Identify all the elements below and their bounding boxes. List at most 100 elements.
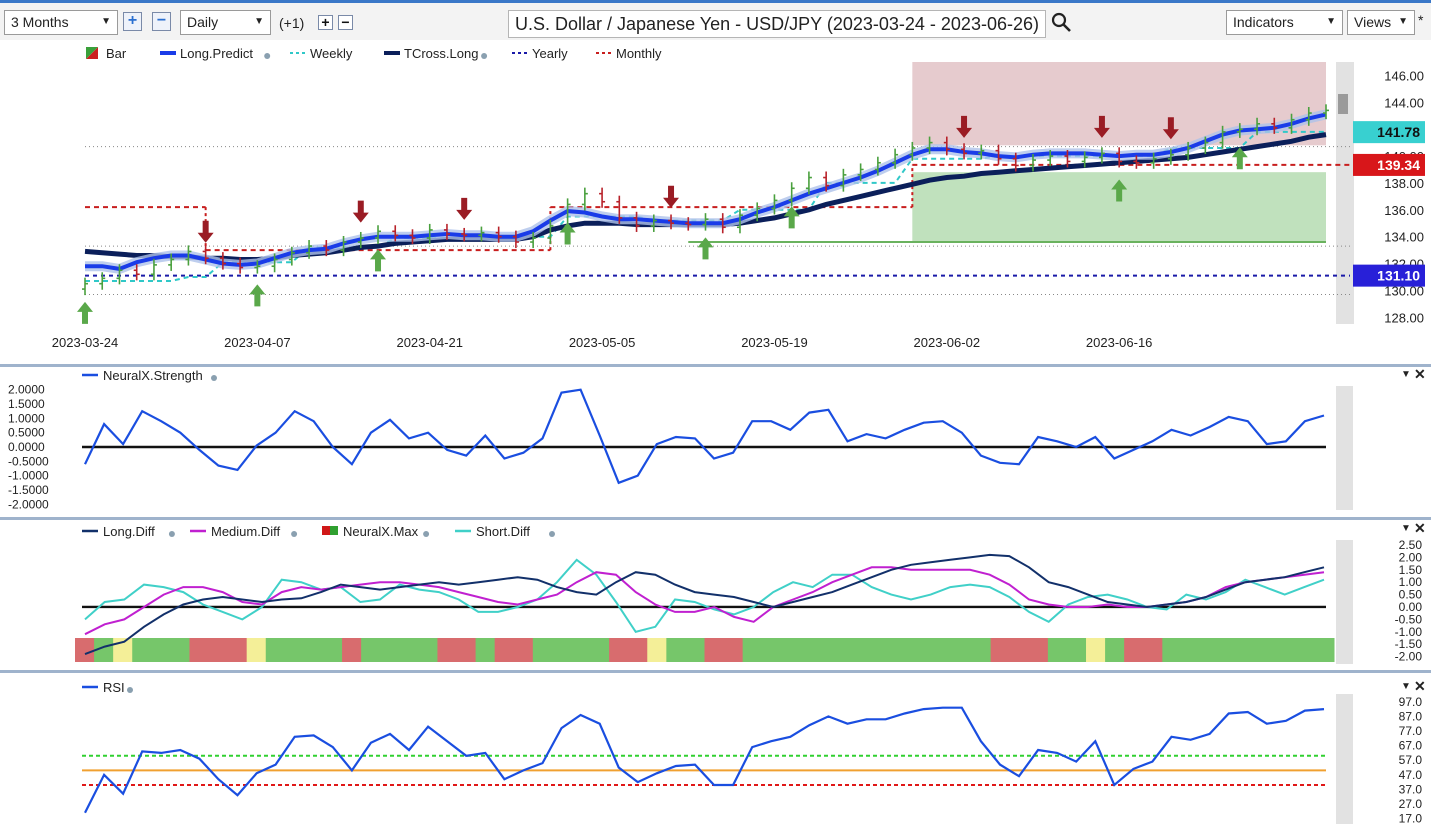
date-tick-label: 2023-05-05 <box>569 335 636 350</box>
diff-tick-label: -2.00 <box>1395 650 1423 664</box>
neuralx-max-block <box>1238 638 1259 662</box>
neuralx-max-block <box>1276 638 1297 662</box>
legend-dot <box>549 531 555 537</box>
legend-label: Long.Predict <box>180 46 253 61</box>
price-level-label: 131.10 <box>1377 268 1420 284</box>
rsi-tick-label: 17.0 <box>1399 812 1423 824</box>
neuralx-max-block <box>456 638 477 662</box>
neuralx-max-block <box>1200 638 1221 662</box>
legend-label: TCross.Long <box>404 46 478 61</box>
neuralx-max-block <box>914 638 934 662</box>
neuralx-max-block <box>704 638 725 662</box>
diff-legend-label: Short.Diff <box>476 524 530 539</box>
neuralx-max-block <box>227 638 248 662</box>
price-scroll-thumb <box>1338 94 1348 114</box>
neuralx-max-block <box>628 638 648 662</box>
neuralx-max-block <box>189 638 210 662</box>
date-tick-label: 2023-06-02 <box>914 335 981 350</box>
neuralx-max-block <box>1028 638 1049 662</box>
collapse-icon: ▼ <box>1401 523 1411 534</box>
indicators-select[interactable]: Indicators ▼ <box>1226 10 1343 35</box>
interval-value: Daily <box>187 14 219 30</box>
chart-background <box>0 40 1431 824</box>
strength-tick-label: -1.5000 <box>8 483 49 497</box>
neuralx-max-block <box>151 638 171 662</box>
neuralx-max-block <box>1143 638 1163 662</box>
search-button[interactable] <box>1050 11 1072 36</box>
neuralx-max-block <box>437 638 458 662</box>
neuralx-max-block <box>990 638 1011 662</box>
chevron-down-icon: ▼ <box>254 16 264 27</box>
period-select[interactable]: 3 Months ▼ <box>4 10 118 35</box>
date-tick-label: 2023-06-16 <box>1086 335 1153 350</box>
neuralx-max-block <box>342 638 362 662</box>
collapse-icon: ▼ <box>1401 681 1411 692</box>
neuralx-max-block <box>75 638 95 662</box>
neuralx-max-block <box>418 638 438 662</box>
legend-dot <box>168 531 175 537</box>
neuralx-max-block <box>685 638 705 662</box>
neuralx-max-block <box>933 638 953 662</box>
price-tick-label: 128.00 <box>1384 310 1424 325</box>
neuralx-max-block <box>1314 638 1335 662</box>
neuralx-max-block <box>170 638 190 662</box>
neuralx-max-block <box>380 638 400 662</box>
close-icon: ✕ <box>1414 678 1426 694</box>
rsi-tick-label: 87.0 <box>1399 709 1423 723</box>
neuralx-max-block <box>1181 638 1201 662</box>
legend-label: Yearly <box>532 46 568 61</box>
collapse-icon: ▼ <box>1401 369 1411 380</box>
strength-tick-label: -1.0000 <box>8 469 49 483</box>
strength-tick-label: 1.0000 <box>8 411 45 425</box>
neuralx-max-block <box>1066 638 1087 662</box>
price-level-label: 139.34 <box>1377 157 1420 173</box>
neuralx-max-block <box>818 638 839 662</box>
price-tick-label: 134.00 <box>1384 230 1424 245</box>
neuralx-max-block <box>952 638 973 662</box>
rsi-tick-label: 77.0 <box>1399 724 1423 738</box>
neuralx-max-block <box>532 638 553 662</box>
neuralx-max-block <box>723 638 744 662</box>
date-tick-label: 2023-05-19 <box>741 335 808 350</box>
rsi-tick-label: 47.0 <box>1399 768 1423 782</box>
zoom-out-button[interactable]: − <box>152 12 171 31</box>
price-level-label: 141.78 <box>1377 124 1420 140</box>
neuralx-max-block <box>1257 638 1278 662</box>
neuralx-max-block <box>1124 638 1144 662</box>
strength-tick-label: 2.0000 <box>8 383 45 397</box>
neuralx-max-block <box>1009 638 1030 662</box>
legend-label: Monthly <box>616 46 662 61</box>
neuralx-max-block <box>1047 638 1068 662</box>
neuralx-max-block <box>799 638 820 662</box>
legend-swatch <box>330 526 338 535</box>
chart-title: U.S. Dollar / Japanese Yen - USD/JPY (20… <box>508 10 1046 38</box>
legend-swatch <box>322 526 330 535</box>
diff-legend-label: NeuralX.Max <box>343 524 419 539</box>
panel-divider <box>0 670 1431 673</box>
strength-tick-label: -2.0000 <box>8 497 49 511</box>
neuralx-max-block <box>1219 638 1240 662</box>
date-tick-label: 2023-04-07 <box>224 335 291 350</box>
toolbar: 3 Months ▼ + − Daily ▼ (+1) + − U.S. Dol… <box>0 0 1431 40</box>
neuralx-max-block <box>876 638 896 662</box>
neuralx-max-block <box>761 638 782 662</box>
zoom-in-button[interactable]: + <box>123 12 142 31</box>
asterisk-icon[interactable]: * <box>1418 12 1423 28</box>
offset-increase-button[interactable]: + <box>318 15 333 30</box>
price-tick-label: 136.00 <box>1384 203 1424 218</box>
views-select[interactable]: Views ▼ <box>1347 10 1415 35</box>
close-icon: ✕ <box>1414 366 1426 382</box>
views-label: Views <box>1354 14 1392 30</box>
offset-decrease-button[interactable]: − <box>338 15 353 30</box>
date-tick-label: 2023-04-21 <box>396 335 463 350</box>
strength-tick-label: -0.5000 <box>8 454 49 468</box>
neuralx-max-block <box>895 638 915 662</box>
chevron-down-icon: ▼ <box>101 16 111 27</box>
neuralx-max-block <box>838 638 858 662</box>
rsi-tick-label: 37.0 <box>1399 782 1423 796</box>
strength-tick-label: 0.0000 <box>8 440 45 454</box>
neuralx-max-block <box>1162 638 1182 662</box>
neuralx-max-block <box>494 638 515 662</box>
legend-label: Bar <box>106 46 127 61</box>
interval-select[interactable]: Daily ▼ <box>180 10 271 35</box>
